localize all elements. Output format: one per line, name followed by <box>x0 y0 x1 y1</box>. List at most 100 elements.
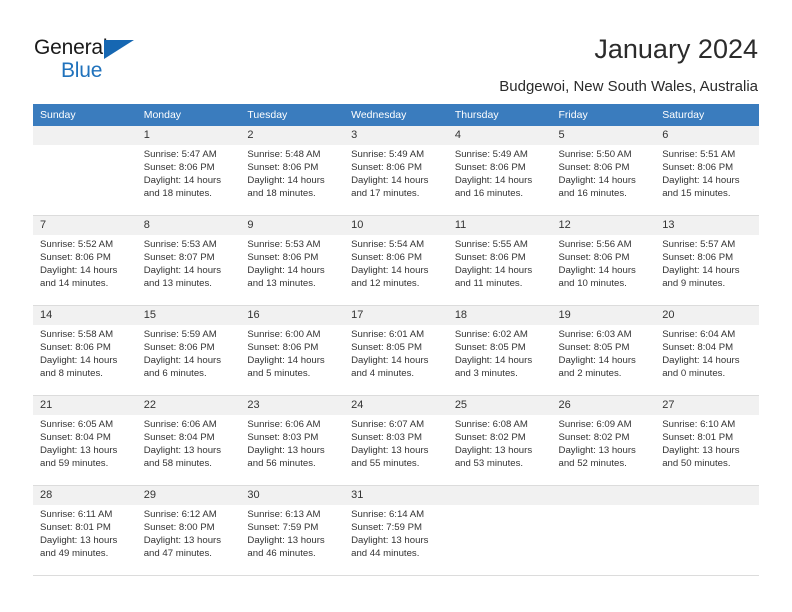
calendar-cell[interactable]: 9 Sunrise: 5:53 AM Sunset: 8:06 PM Dayli… <box>240 216 345 306</box>
weekday-header-wednesday: Wednesday <box>344 104 448 126</box>
day-details: Sunrise: 5:52 AM Sunset: 8:06 PM Dayligh… <box>33 235 137 290</box>
calendar-cell[interactable]: 19 Sunrise: 6:03 AM Sunset: 8:05 PM Dayl… <box>551 306 656 396</box>
logo-text-general: General <box>34 36 108 59</box>
calendar-cell[interactable]: 13 Sunrise: 5:57 AM Sunset: 8:06 PM Dayl… <box>655 216 759 306</box>
calendar-cell[interactable]: 28 Sunrise: 6:11 AM Sunset: 8:01 PM Dayl… <box>33 486 137 576</box>
day-details: Sunrise: 5:53 AM Sunset: 8:06 PM Dayligh… <box>240 235 344 290</box>
calendar-cell[interactable]: 12 Sunrise: 5:56 AM Sunset: 8:06 PM Dayl… <box>551 216 656 306</box>
sunset-text: Sunset: 8:06 PM <box>247 252 319 264</box>
sunrise-text: Sunrise: 5:58 AM <box>40 329 114 340</box>
day-details: Sunrise: 5:47 AM Sunset: 8:06 PM Dayligh… <box>137 145 241 200</box>
sunrise-sunset-calendar: Sunday Monday Tuesday Wednesday Thursday… <box>33 104 759 576</box>
general-blue-logo[interactable]: General Blue <box>34 36 164 84</box>
calendar-week-row: 1 Sunrise: 5:47 AM Sunset: 8:06 PM Dayli… <box>33 126 759 216</box>
sunset-text: Sunset: 8:06 PM <box>40 342 111 354</box>
sunrise-text: Sunrise: 6:04 AM <box>662 329 736 340</box>
day-details: Sunrise: 6:08 AM Sunset: 8:02 PM Dayligh… <box>448 415 552 470</box>
calendar-cell[interactable]: 5 Sunrise: 5:50 AM Sunset: 8:06 PM Dayli… <box>551 126 656 216</box>
calendar-cell[interactable]: 14 Sunrise: 5:58 AM Sunset: 8:06 PM Dayl… <box>33 306 137 396</box>
calendar-cell[interactable]: 1 Sunrise: 5:47 AM Sunset: 8:06 PM Dayli… <box>136 126 241 216</box>
day-number: 24 <box>344 396 448 415</box>
daylight-text-line2: and 56 minutes. <box>247 458 316 470</box>
daylight-text-line2: and 15 minutes. <box>662 188 731 200</box>
calendar-cell[interactable]: 4 Sunrise: 5:49 AM Sunset: 8:06 PM Dayli… <box>447 126 552 216</box>
calendar-cell[interactable]: 2 Sunrise: 5:48 AM Sunset: 8:06 PM Dayli… <box>240 126 345 216</box>
daylight-text-line2: and 18 minutes. <box>143 188 212 200</box>
daylight-text-line1: Daylight: 13 hours <box>143 535 222 547</box>
day-number: 31 <box>344 486 448 505</box>
day-details: Sunrise: 6:02 AM Sunset: 8:05 PM Dayligh… <box>448 325 552 380</box>
sunrise-text: Sunrise: 6:07 AM <box>351 419 425 430</box>
calendar-cell[interactable]: 22 Sunrise: 6:06 AM Sunset: 8:04 PM Dayl… <box>136 396 241 486</box>
calendar-cell[interactable]: 10 Sunrise: 5:54 AM Sunset: 8:06 PM Dayl… <box>344 216 448 306</box>
sunset-text: Sunset: 8:04 PM <box>662 342 734 354</box>
day-number: 22 <box>136 396 241 415</box>
sunset-text: Sunset: 8:07 PM <box>143 252 215 264</box>
day-number: 3 <box>344 126 448 145</box>
calendar-cell[interactable]: 15 Sunrise: 5:59 AM Sunset: 8:06 PM Dayl… <box>136 306 241 396</box>
calendar-cell[interactable]: 3 Sunrise: 5:49 AM Sunset: 8:06 PM Dayli… <box>344 126 448 216</box>
daylight-text-line1: Daylight: 13 hours <box>40 535 118 547</box>
day-details: Sunrise: 6:03 AM Sunset: 8:05 PM Dayligh… <box>552 325 656 380</box>
sunrise-text: Sunrise: 5:53 AM <box>143 239 217 250</box>
calendar-cell[interactable]: 26 Sunrise: 6:09 AM Sunset: 8:02 PM Dayl… <box>551 396 656 486</box>
sunset-text: Sunset: 8:06 PM <box>247 162 319 174</box>
calendar-cell[interactable]: 8 Sunrise: 5:53 AM Sunset: 8:07 PM Dayli… <box>136 216 241 306</box>
day-details: Sunrise: 5:54 AM Sunset: 8:06 PM Dayligh… <box>344 235 448 290</box>
weekday-header-sunday: Sunday <box>33 104 137 126</box>
day-details: Sunrise: 6:11 AM Sunset: 8:01 PM Dayligh… <box>33 505 137 560</box>
day-number: 5 <box>551 126 656 145</box>
daylight-text-line1: Daylight: 14 hours <box>662 175 740 187</box>
calendar-cell[interactable]: 16 Sunrise: 6:00 AM Sunset: 8:06 PM Dayl… <box>240 306 345 396</box>
calendar-cell[interactable]: 25 Sunrise: 6:08 AM Sunset: 8:02 PM Dayl… <box>447 396 552 486</box>
weekday-header-friday: Friday <box>551 104 656 126</box>
calendar-cell[interactable]: 7 Sunrise: 5:52 AM Sunset: 8:06 PM Dayli… <box>33 216 137 306</box>
calendar-cell[interactable]: 29 Sunrise: 6:12 AM Sunset: 8:00 PM Dayl… <box>136 486 241 576</box>
sunset-text: Sunset: 8:00 PM <box>143 522 215 534</box>
daylight-text-line2: and 52 minutes. <box>558 458 627 470</box>
daylight-text-line2: and 4 minutes. <box>351 368 415 380</box>
sunrise-text: Sunrise: 5:49 AM <box>454 149 528 160</box>
day-number: 12 <box>551 216 656 235</box>
day-details: Sunrise: 6:06 AM Sunset: 8:03 PM Dayligh… <box>240 415 344 470</box>
calendar-cell[interactable]: 20 Sunrise: 6:04 AM Sunset: 8:04 PM Dayl… <box>655 306 759 396</box>
daylight-text-line1: Daylight: 14 hours <box>247 175 325 187</box>
daylight-text-line2: and 2 minutes. <box>558 368 622 380</box>
day-number: 1 <box>136 126 241 145</box>
sunset-text: Sunset: 8:03 PM <box>351 432 423 444</box>
day-number: 14 <box>33 306 137 325</box>
sunset-text: Sunset: 8:06 PM <box>247 342 319 354</box>
calendar-cell[interactable]: 23 Sunrise: 6:06 AM Sunset: 8:03 PM Dayl… <box>240 396 345 486</box>
day-details: Sunrise: 5:58 AM Sunset: 8:06 PM Dayligh… <box>33 325 137 380</box>
sunset-text: Sunset: 8:05 PM <box>351 342 423 354</box>
daylight-text-line1: Daylight: 13 hours <box>662 445 740 457</box>
daylight-text-line2: and 46 minutes. <box>247 548 316 560</box>
logo-triangle-icon <box>104 40 134 59</box>
sunset-text: Sunset: 8:05 PM <box>558 342 630 354</box>
daylight-text-line2: and 55 minutes. <box>351 458 420 470</box>
day-number: 18 <box>447 306 552 325</box>
daylight-text-line1: Daylight: 14 hours <box>558 265 636 277</box>
calendar-cell[interactable]: 6 Sunrise: 5:51 AM Sunset: 8:06 PM Dayli… <box>655 126 759 216</box>
logo-text-blue: Blue <box>61 59 103 82</box>
calendar-page: General Blue January 2024 Budgewoi, New … <box>0 0 792 612</box>
calendar-cell[interactable]: 31 Sunrise: 6:14 AM Sunset: 7:59 PM Dayl… <box>344 486 448 576</box>
day-number: 15 <box>136 306 241 325</box>
page-title: January 2024 <box>594 34 758 64</box>
daylight-text-line1: Daylight: 14 hours <box>143 175 222 187</box>
day-number: 17 <box>344 306 448 325</box>
calendar-cell[interactable]: 30 Sunrise: 6:13 AM Sunset: 7:59 PM Dayl… <box>240 486 345 576</box>
sunset-text: Sunset: 8:06 PM <box>454 162 526 174</box>
weekday-header-tuesday: Tuesday <box>240 104 345 126</box>
calendar-cell[interactable]: 17 Sunrise: 6:01 AM Sunset: 8:05 PM Dayl… <box>344 306 448 396</box>
day-number: 28 <box>33 486 137 505</box>
calendar-cell[interactable]: 24 Sunrise: 6:07 AM Sunset: 8:03 PM Dayl… <box>344 396 448 486</box>
calendar-cell[interactable]: 21 Sunrise: 6:05 AM Sunset: 8:04 PM Dayl… <box>33 396 137 486</box>
day-number: 21 <box>33 396 137 415</box>
day-details: Sunrise: 5:59 AM Sunset: 8:06 PM Dayligh… <box>137 325 241 380</box>
calendar-cell[interactable]: 11 Sunrise: 5:55 AM Sunset: 8:06 PM Dayl… <box>447 216 552 306</box>
day-number: 26 <box>551 396 656 415</box>
day-details: Sunrise: 5:51 AM Sunset: 8:06 PM Dayligh… <box>655 145 759 200</box>
calendar-cell[interactable]: 27 Sunrise: 6:10 AM Sunset: 8:01 PM Dayl… <box>655 396 759 486</box>
calendar-cell[interactable]: 18 Sunrise: 6:02 AM Sunset: 8:05 PM Dayl… <box>447 306 552 396</box>
